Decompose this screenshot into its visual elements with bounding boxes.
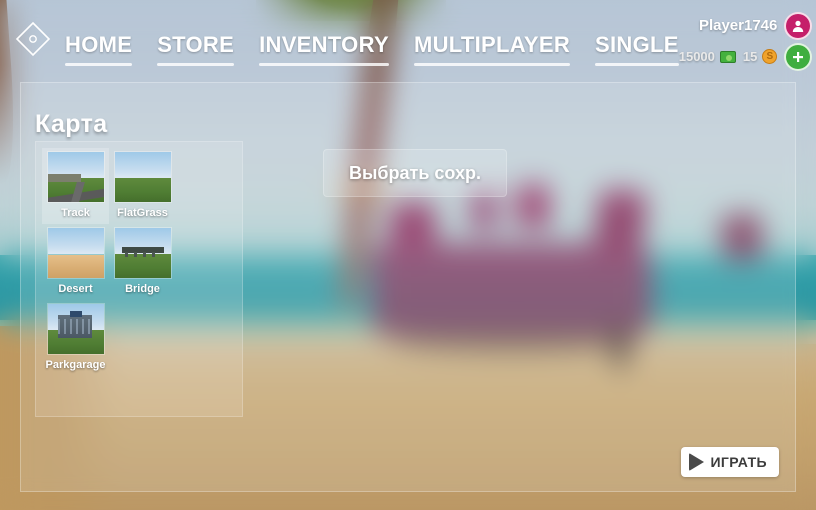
nav-item-inventory[interactable]: INVENTORY [259, 32, 389, 66]
parkgarage-thumbnail [46, 303, 105, 355]
track-thumbnail [46, 151, 105, 203]
nav-item-label: HOME [65, 32, 133, 57]
page-title: Карта [35, 110, 108, 138]
map-item-bridge[interactable]: Bridge [109, 224, 176, 300]
nav-underline [595, 63, 679, 66]
nav-item-multiplayer[interactable]: MULTIPLAYER [413, 32, 571, 66]
nav-underline [259, 63, 389, 66]
select-save-button[interactable]: Выбрать сохр. [323, 149, 507, 197]
nav-item-label: SINGLE [595, 32, 679, 57]
gold-coin-icon: S [762, 49, 778, 64]
map-item-label: Bridge [125, 283, 160, 295]
nav-item-label: MULTIPLAYER [413, 32, 571, 57]
nav-item-label: STORE [157, 32, 235, 57]
bridge-thumbnail [113, 227, 172, 279]
player-currency-row: 15000 15 S [679, 42, 813, 71]
nav-underline [413, 63, 571, 66]
map-item-parkgarage[interactable]: Parkgarage [42, 300, 109, 376]
diamond-logo-icon[interactable] [13, 17, 53, 61]
player-name-row: Player1746 [698, 11, 813, 40]
coin-value: 15 [742, 49, 758, 64]
map-item-desert[interactable]: Desert [42, 224, 109, 300]
map-item-label: Desert [58, 283, 93, 295]
nav-item-store[interactable]: STORE [157, 32, 235, 66]
nav-item-single[interactable]: SINGLE [595, 32, 679, 66]
map-list[interactable]: Track FlatGrass Desert Bridge Parkgarage [35, 141, 243, 417]
nav-item-home[interactable]: HOME [65, 32, 133, 66]
plus-icon[interactable] [784, 42, 813, 71]
user-avatar-icon[interactable] [784, 11, 813, 40]
play-button-label: ИГРАТЬ [710, 454, 767, 470]
main-content-panel: Карта Track FlatGrass Desert Bridge Park… [20, 82, 796, 492]
map-item-label: FlatGrass [117, 207, 168, 219]
coin-currency: 15 S [742, 49, 778, 64]
play-triangle-icon [689, 453, 705, 471]
nav-underline [65, 63, 133, 66]
play-button[interactable]: ИГРАТЬ [681, 447, 779, 477]
desert-thumbnail [46, 227, 105, 279]
flatgrass-thumbnail [113, 151, 172, 203]
game-menu-screen: HOME STORE INVENTORY MULTIPLAYER SINGLE [0, 0, 816, 510]
nav-underline [157, 63, 235, 66]
select-save-label: Выбрать сохр. [349, 162, 481, 183]
nav-item-list: HOME STORE INVENTORY MULTIPLAYER SINGLE [65, 12, 679, 66]
top-navigation-bar: HOME STORE INVENTORY MULTIPLAYER SINGLE [0, 0, 816, 78]
player-info-box: Player1746 15000 15 S [679, 8, 813, 71]
cash-value: 15000 [678, 49, 715, 64]
player-name: Player1746 [698, 17, 778, 34]
nav-item-label: INVENTORY [259, 32, 389, 57]
map-item-flatgrass[interactable]: FlatGrass [109, 148, 176, 224]
map-item-label: Track [61, 207, 90, 219]
map-item-label: Parkgarage [45, 359, 106, 371]
cash-currency: 15000 [679, 49, 736, 64]
map-item-track[interactable]: Track [42, 148, 109, 224]
money-banknote-icon [719, 50, 736, 63]
